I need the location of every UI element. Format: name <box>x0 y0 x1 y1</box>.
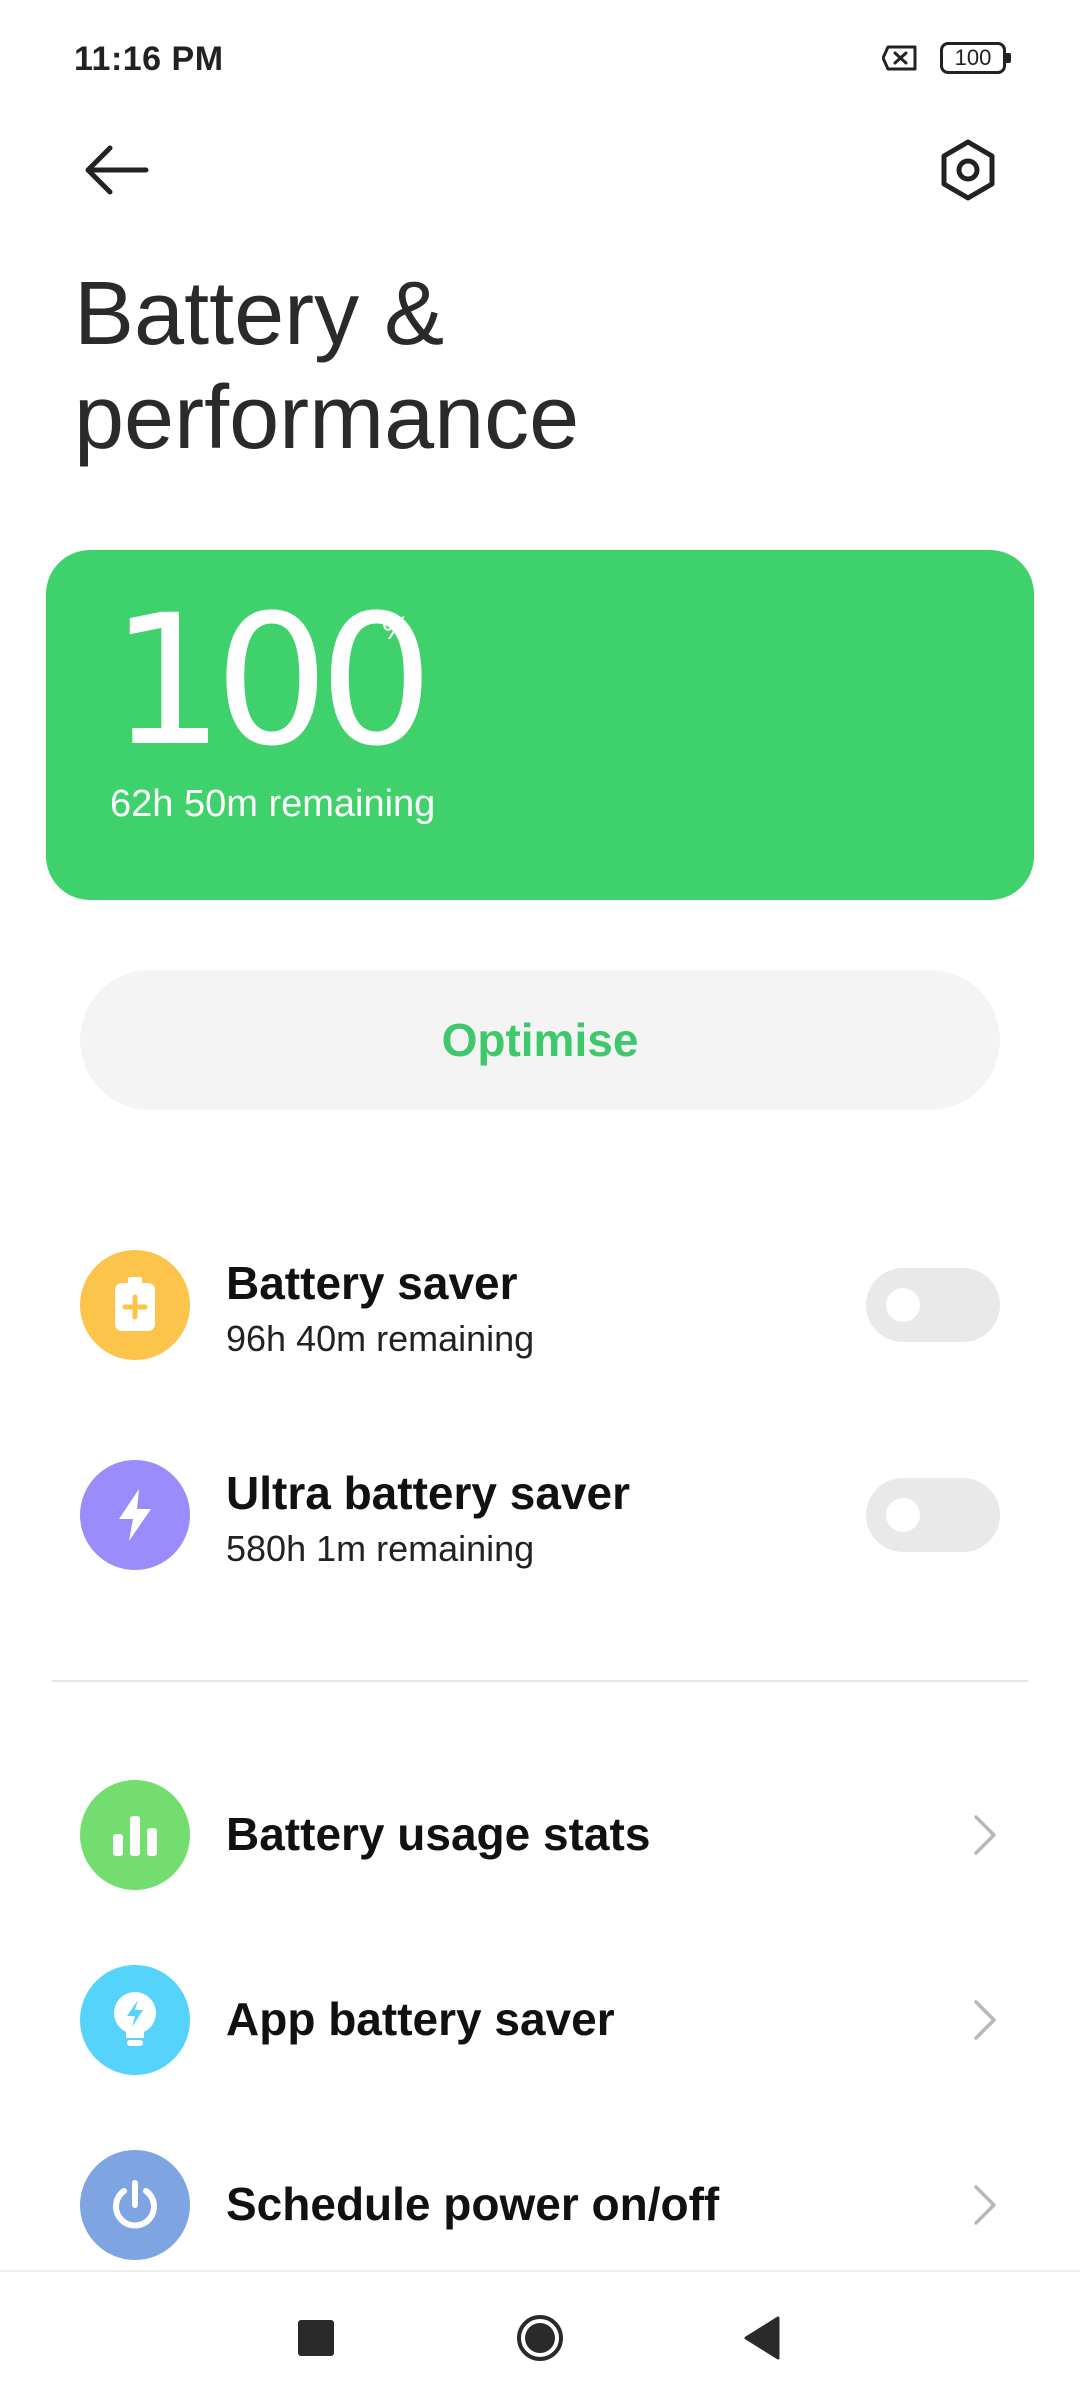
toggle-knob <box>886 1288 920 1322</box>
toggle-knob <box>886 1498 920 1532</box>
schedule-power-item[interactable]: Schedule power on/off <box>0 2150 1080 2260</box>
chevron-right-icon <box>974 1815 996 1855</box>
battery-unit: % <box>382 610 411 646</box>
bulb-bolt-icon <box>80 1965 190 2075</box>
power-icon <box>80 2150 190 2260</box>
battery-plus-icon <box>80 1250 190 1360</box>
navigation-bar <box>0 2270 1080 2400</box>
battery-remaining: 62h 50m remaining <box>110 783 436 825</box>
app-battery-saver-item[interactable]: App battery saver <box>0 1965 1080 2075</box>
status-time: 11:16 PM <box>74 40 224 78</box>
no-sim-icon <box>882 45 917 71</box>
battery-saver-title: Battery saver <box>226 1257 518 1309</box>
battery-saver-toggle[interactable] <box>866 1268 1000 1342</box>
chevron-right-icon <box>974 2185 996 2225</box>
battery-saver-subtitle: 96h 40m remaining <box>226 1318 535 1359</box>
back-icon[interactable] <box>742 2316 782 2360</box>
bar-chart-icon <box>80 1780 190 1890</box>
battery-level: 100 <box>110 577 434 786</box>
home-icon[interactable] <box>516 2314 564 2362</box>
lightning-icon <box>80 1460 190 1570</box>
battery-performance-screen: 11:16 PM 100 Battery & performance 100 %… <box>0 0 1080 2400</box>
ultra-battery-saver-toggle[interactable] <box>866 1478 1000 1552</box>
battery-status-card: 100 % 62h 50m remaining <box>46 550 1034 900</box>
battery-icon: 100 <box>940 42 1011 74</box>
ultra-battery-saver-subtitle: 580h 1m remaining <box>226 1528 535 1569</box>
chevron-right-icon <box>974 2000 996 2040</box>
status-icons: 100 <box>882 42 1011 74</box>
divider <box>52 1680 1028 1682</box>
battery-usage-stats-title: Battery usage stats <box>226 1808 651 1860</box>
optimise-button[interactable]: Optimise <box>80 970 1000 1110</box>
app-battery-saver-title: App battery saver <box>226 1993 615 2045</box>
schedule-power-title: Schedule power on/off <box>226 2178 720 2230</box>
recent-apps-icon[interactable] <box>298 2320 334 2356</box>
page-title: Battery & performance <box>74 264 580 468</box>
settings-icon[interactable] <box>936 138 1000 202</box>
ultra-battery-saver-row[interactable]: Ultra battery saver 580h 1m remaining <box>0 1460 1080 1570</box>
ultra-battery-saver-title: Ultra battery saver <box>226 1467 630 1519</box>
battery-usage-stats-item[interactable]: Battery usage stats <box>0 1780 1080 1890</box>
battery-saver-row[interactable]: Battery saver 96h 40m remaining <box>0 1250 1080 1360</box>
status-battery-level: 100 <box>954 45 992 70</box>
back-arrow-icon[interactable] <box>80 142 152 198</box>
